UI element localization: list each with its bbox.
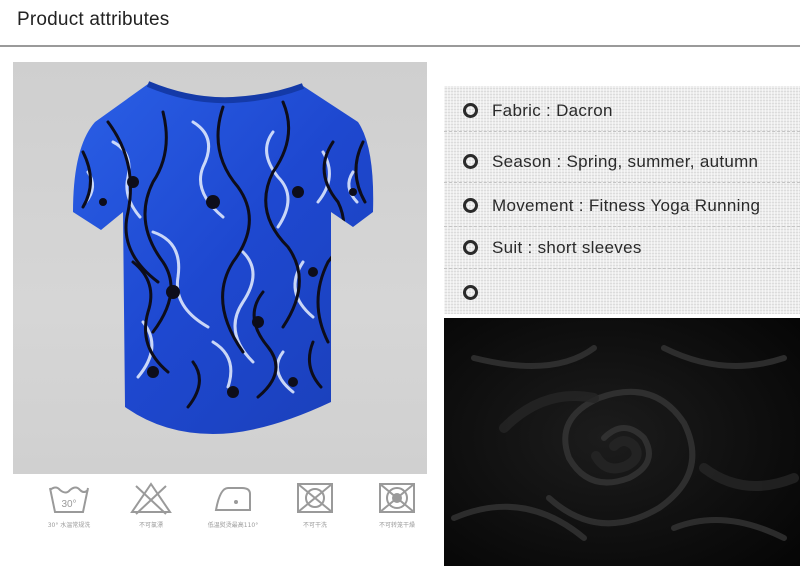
attribute-text: Suit : short sleeves <box>492 237 642 257</box>
product-photo <box>13 62 427 474</box>
attribute-row-movement: Movement : Fitness Yoga Running <box>444 185 800 227</box>
care-caption: 不可氯漂 <box>138 522 163 529</box>
attribute-text: Movement : Fitness Yoga Running <box>492 195 761 215</box>
care-symbols: 30° 30° 水温常规洗 不可氯漂 低温熨烫最高110° 不可干洗 不可转笼干… <box>30 480 420 540</box>
wash-temperature-badge: 30° <box>61 499 76 510</box>
attribute-text: Fabric : Dacron <box>492 100 613 120</box>
bullet-icon <box>463 103 478 118</box>
page-title: Product attributes <box>17 9 170 30</box>
care-item: 30° 30° 水温常规洗 <box>30 480 108 529</box>
tshirt-image <box>73 81 374 434</box>
care-item: 不可氯漂 <box>112 480 190 529</box>
iron-low-icon <box>214 487 251 511</box>
bullet-icon <box>463 154 478 169</box>
care-caption: 30° 水温常规洗 <box>47 522 91 529</box>
fabric-swirl-image <box>444 318 800 566</box>
care-item: 低温熨烫最高110° <box>194 480 272 529</box>
no-dry-clean-icon <box>379 483 415 513</box>
no-bleach-icon <box>130 482 172 515</box>
care-caption: 不可转笼干燥 <box>378 522 415 529</box>
header-divider <box>0 45 800 47</box>
attribute-text: Season : Spring, summer, autumn <box>492 151 759 171</box>
care-caption: 低温熨烫最高110° <box>207 522 259 529</box>
fabric-closeup-photo <box>444 318 800 566</box>
bullet-icon <box>463 240 478 255</box>
attribute-row-empty <box>444 272 800 313</box>
wash-30-icon: 30° <box>49 486 89 513</box>
bullet-icon <box>463 285 478 300</box>
attribute-row-season: Season : Spring, summer, autumn <box>444 141 800 183</box>
attribute-row-suit: Suit : short sleeves <box>444 227 800 269</box>
care-caption: 不可干洗 <box>302 522 327 529</box>
care-item: 不可转笼干燥 <box>358 480 436 529</box>
no-tumble-dry-icon <box>297 483 333 513</box>
care-item: 不可干洗 <box>276 480 354 529</box>
attribute-row-fabric: Fabric : Dacron <box>444 90 800 132</box>
attributes-panel: Fabric : Dacron Season : Spring, summer,… <box>444 86 800 314</box>
bullet-icon <box>463 198 478 213</box>
